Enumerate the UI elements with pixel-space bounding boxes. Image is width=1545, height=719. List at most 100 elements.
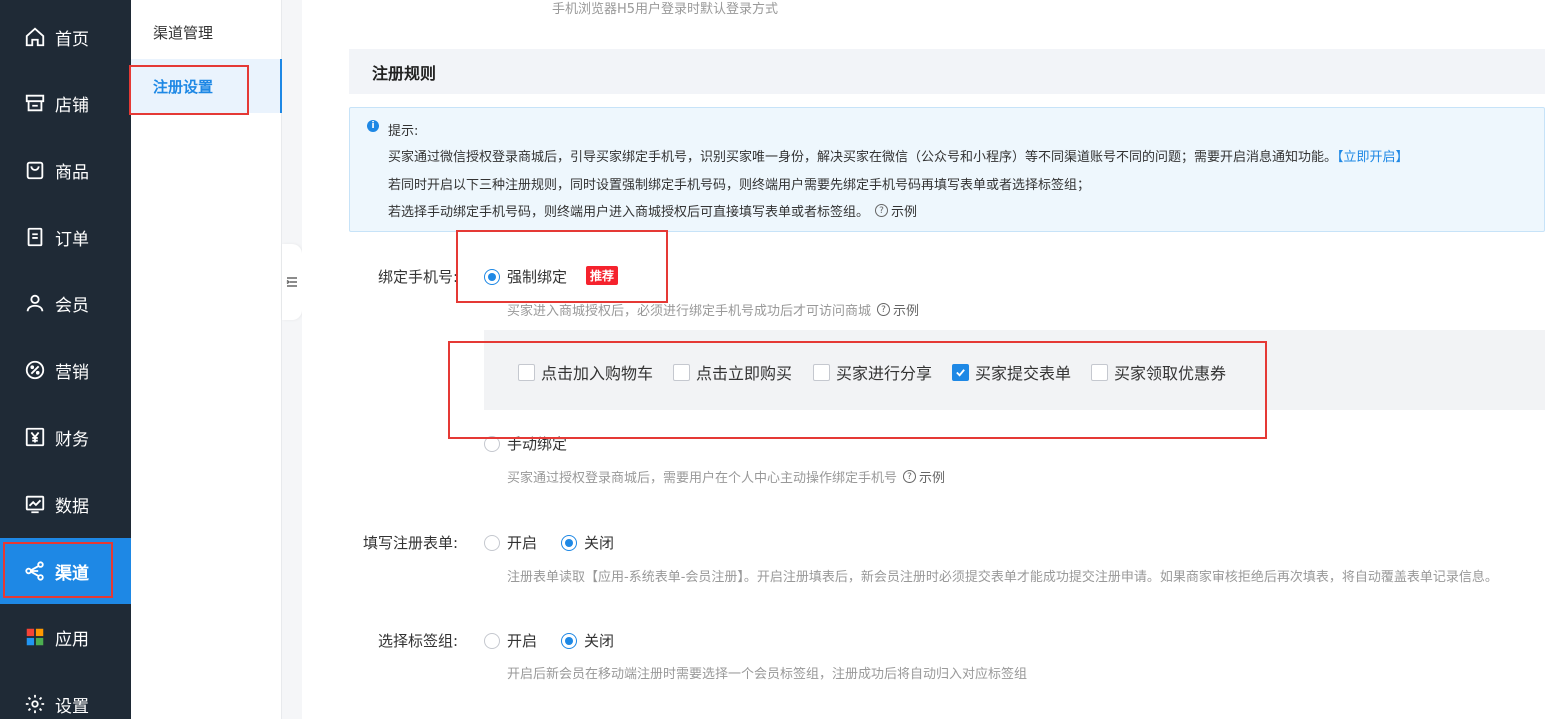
enable-now-link[interactable]: 【立即开启】 [1337, 150, 1409, 165]
question-icon: ? [875, 204, 889, 217]
main-nav: 首页 店铺 商品 订单 会员 营销 财务 数据 渠道 应用 设置 [0, 0, 131, 719]
question-icon: ? [877, 303, 891, 316]
checkbox-label: 点击加入购物车 [541, 364, 654, 383]
section-title: 注册规则 [349, 49, 1545, 94]
nav-label: 营销 [55, 362, 89, 383]
force-bind-radio[interactable]: 强制绑定 [484, 266, 567, 287]
nav-item-members[interactable]: 会员 [0, 270, 131, 336]
nav-item-data[interactable]: 数据 [0, 471, 131, 537]
nav-item-apps[interactable]: 应用 [0, 604, 131, 670]
radio-dot [484, 632, 500, 649]
force-bind-desc: 买家进入商城授权后，必须进行绑定手机号成功后才可访问商城? 示例 [507, 300, 919, 319]
trigger-submit-form-checkbox[interactable]: 买家提交表单 [952, 360, 1071, 384]
collapse-handle[interactable] [282, 244, 302, 320]
tip-line-2: 若同时开启以下三种注册规则，同时设置强制绑定手机号码，则终端用户需要先绑定手机号… [388, 178, 1091, 193]
trigger-coupon-checkbox[interactable]: 买家领取优惠券 [1091, 360, 1226, 384]
tip-example-link[interactable]: 示例 [891, 201, 917, 220]
tag-group-off-radio[interactable]: 关闭 [561, 630, 614, 651]
bag-icon [24, 159, 46, 181]
nav-item-channel[interactable]: 渠道 [0, 538, 131, 604]
radio-label: 关闭 [584, 534, 615, 552]
tag-group-on-radio[interactable]: 开启 [484, 630, 537, 651]
order-icon [24, 226, 46, 248]
radio-dot [484, 268, 500, 285]
menu-collapse-icon [286, 273, 298, 292]
gear-icon [24, 693, 46, 715]
yen-icon [24, 426, 46, 448]
checkbox-box [1091, 363, 1108, 381]
manual-bind-desc-text: 买家通过授权登录商城后，需要用户在个人中心主动操作绑定手机号 [507, 471, 898, 486]
radio-dot [484, 435, 500, 452]
main-content: 手机浏览器H5用户登录时默认登录方式 注册规则 i 提示: 买家通过微信授权登录… [302, 0, 1545, 719]
tip-box: i 提示: 买家通过微信授权登录商城后，引导买家绑定手机号，识别买家唯一身份，解… [349, 107, 1545, 232]
force-bind-label: 强制绑定 [507, 268, 568, 286]
chart-icon [24, 493, 46, 515]
manual-bind-desc: 买家通过授权登录商城后，需要用户在个人中心主动操作绑定手机号? 示例 [507, 467, 945, 486]
nav-item-finance[interactable]: 财务 [0, 404, 131, 470]
nav-label: 设置 [55, 696, 89, 717]
trigger-buy-now-checkbox[interactable]: 点击立即购买 [673, 360, 792, 384]
nav-item-home[interactable]: 首页 [0, 4, 131, 70]
checkbox-label: 买家提交表单 [975, 364, 1072, 383]
question-icon: ? [903, 470, 917, 483]
reg-form-label: 填写注册表单: [363, 534, 459, 552]
force-bind-example-link[interactable]: 示例 [893, 300, 919, 319]
store-icon [24, 92, 46, 114]
force-bind-desc-text: 买家进入商城授权后，必须进行绑定手机号成功后才可访问商城 [507, 304, 872, 319]
reg-form-desc: 注册表单读取【应用-系统表单-会员注册】。开启注册填表后，新会员注册时必须提交表… [507, 570, 1498, 585]
checkbox-label: 买家领取优惠券 [1114, 364, 1227, 383]
checkbox-box [952, 363, 969, 381]
manual-bind-label: 手动绑定 [507, 435, 568, 453]
login-default-hint: 手机浏览器H5用户登录时默认登录方式 [552, 2, 779, 17]
recommend-badge: 推荐 [586, 266, 619, 285]
nav-item-store[interactable]: 店铺 [0, 70, 131, 136]
home-icon [24, 26, 46, 48]
nav-label: 数据 [55, 496, 89, 517]
radio-dot [561, 534, 577, 551]
nav-item-orders[interactable]: 订单 [0, 204, 131, 270]
nav-label: 财务 [55, 429, 89, 450]
user-icon [24, 292, 46, 314]
radio-label: 关闭 [584, 632, 615, 650]
tip-line-3: 若选择手动绑定手机号码，则终端用户进入商城授权后可直接填写表单或者标签组。? 示例 [388, 201, 917, 220]
tip-line-1: 买家通过微信授权登录商城后，引导买家绑定手机号，识别买家唯一身份，解决买家在微信… [388, 146, 1409, 165]
tip-line-1-text: 买家通过微信授权登录商城后，引导买家绑定手机号，识别买家唯一身份，解决买家在微信… [388, 150, 1338, 165]
apps-icon [24, 626, 46, 648]
nav-label: 商品 [55, 162, 89, 183]
radio-dot [484, 534, 500, 551]
nav-item-goods[interactable]: 商品 [0, 137, 131, 203]
info-icon: i [367, 120, 379, 132]
manual-bind-example-link[interactable]: 示例 [919, 467, 945, 486]
checkbox-box [813, 363, 830, 381]
check-icon [956, 368, 965, 377]
radio-label: 开启 [507, 534, 538, 552]
tip-title: 提示: [388, 124, 419, 139]
reg-form-off-radio[interactable]: 关闭 [561, 532, 614, 553]
radio-dot [561, 632, 577, 649]
trigger-add-cart-checkbox[interactable]: 点击加入购物车 [518, 360, 653, 384]
nav-label: 渠道 [55, 563, 89, 584]
nav-item-marketing[interactable]: 营销 [0, 337, 131, 403]
checkbox-label: 点击立即购买 [696, 364, 793, 383]
nav-label: 订单 [55, 229, 89, 250]
tip-line-3-text: 若选择手动绑定手机号码，则终端用户进入商城授权后可直接填写表单或者标签组。 [388, 205, 870, 220]
nav-label: 应用 [55, 629, 89, 650]
checkbox-box [518, 363, 535, 381]
nav-label: 店铺 [55, 95, 89, 116]
sub-nav: 渠道管理 注册设置 [131, 0, 282, 719]
nav-item-settings[interactable]: 设置 [0, 671, 131, 719]
bind-phone-label: 绑定手机号: [378, 268, 459, 286]
tag-group-label: 选择标签组: [378, 632, 459, 650]
subnav-item-channel-manage[interactable]: 渠道管理 [131, 5, 282, 59]
reg-form-on-radio[interactable]: 开启 [484, 532, 537, 553]
nav-label: 会员 [55, 295, 89, 316]
tag-group-desc: 开启后新会员在移动端注册时需要选择一个会员标签组，注册成功后将自动归入对应标签组 [507, 667, 1028, 682]
radio-label: 开启 [507, 632, 538, 650]
checkbox-label: 买家进行分享 [836, 364, 933, 383]
trigger-share-checkbox[interactable]: 买家进行分享 [813, 360, 932, 384]
nav-label: 首页 [55, 29, 89, 50]
share-icon [24, 560, 46, 582]
discount-icon [24, 359, 46, 381]
subnav-item-register-settings[interactable]: 注册设置 [131, 59, 282, 113]
manual-bind-radio[interactable]: 手动绑定 [484, 433, 567, 454]
